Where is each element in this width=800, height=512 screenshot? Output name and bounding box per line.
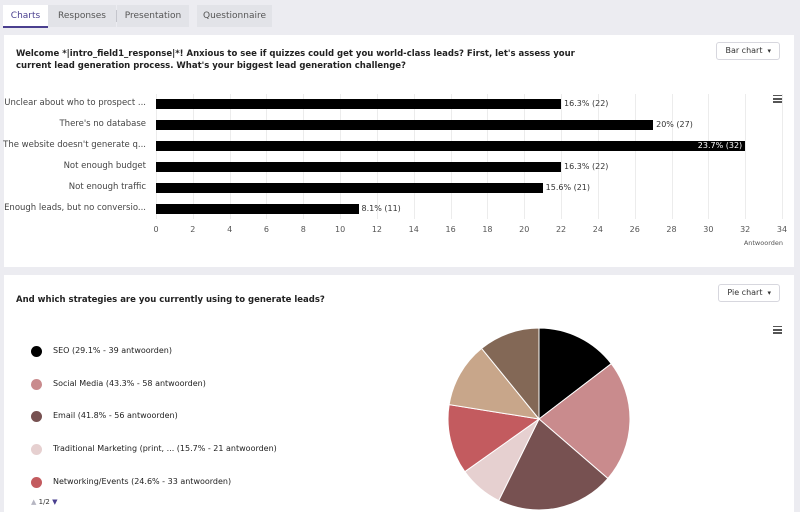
gridline <box>450 94 452 219</box>
pager-text: 1/2 <box>38 498 50 506</box>
data-label: 8.1% (11) <box>361 203 401 213</box>
gridline <box>266 94 268 219</box>
x-axis-title: Antwoorden <box>743 239 783 247</box>
legend-dot <box>31 379 42 390</box>
bar[interactable] <box>156 204 359 214</box>
gridline <box>487 94 489 219</box>
x-tick-label: 14 <box>408 225 419 234</box>
tab-charts[interactable]: Charts <box>3 5 48 28</box>
x-tick-label: 12 <box>371 225 383 234</box>
question-title: And which strategies are you currently u… <box>16 295 325 305</box>
gridline <box>376 94 378 219</box>
x-tick-label: 24 <box>592 225 603 234</box>
category-label: Not enough budget <box>63 161 146 171</box>
gridline <box>156 94 157 219</box>
tab-presentation[interactable]: Presentation <box>117 5 189 27</box>
tab-questionnaire[interactable]: Questionnaire <box>197 5 272 27</box>
chevron-down-icon: ▾ <box>767 289 771 297</box>
x-tick-label: 22 <box>555 225 567 234</box>
category-label: Enough leads, but no conversio... <box>4 203 146 213</box>
x-tick-label: 34 <box>776 225 788 234</box>
x-tick-label: 0 <box>153 225 159 234</box>
dropdown-label: Pie chart <box>727 288 763 297</box>
x-tick-label: 18 <box>482 225 493 234</box>
hamburger-menu-icon[interactable] <box>773 95 782 105</box>
legend-label: Networking/Events (24.6% - 33 antwoorden… <box>53 477 232 486</box>
bar[interactable] <box>156 99 562 109</box>
data-label: 20% (27) <box>656 119 693 129</box>
data-label: 23.7% (32) <box>697 140 743 150</box>
bar[interactable] <box>156 183 543 193</box>
x-tick-label: 30 <box>703 225 714 234</box>
gridline <box>340 94 342 219</box>
pie-chart <box>447 328 631 510</box>
legend-dot <box>31 411 42 422</box>
legend-label: Email (41.8% - 56 antwoorden) <box>53 411 178 420</box>
gridline <box>671 94 673 219</box>
legend-dot <box>31 477 42 488</box>
bar[interactable] <box>156 120 654 130</box>
category-label: There's no database <box>59 119 146 129</box>
data-label: 16.3% (22) <box>564 98 609 108</box>
bar[interactable] <box>156 162 562 172</box>
x-tick-label: 16 <box>445 225 456 234</box>
legend-label: Traditional Marketing (print, ... (15.7%… <box>53 444 277 453</box>
x-tick-label: 8 <box>300 225 306 234</box>
category-label: Not enough traffic <box>68 182 146 192</box>
x-tick-label: 4 <box>227 225 233 234</box>
hamburger-menu-icon[interactable] <box>773 326 782 336</box>
x-tick-label: 10 <box>335 225 346 234</box>
gridline <box>782 94 783 219</box>
dropdown-label: Bar chart <box>725 46 763 55</box>
legend-dot <box>31 444 42 455</box>
legend-pager: ▲ 1/2 ▼ <box>31 498 58 506</box>
data-label: 15.6% (21) <box>545 182 591 192</box>
gridline <box>192 94 194 219</box>
x-tick-label: 20 <box>519 225 530 234</box>
gridline <box>708 94 710 219</box>
legend-label: Social Media (43.3% - 58 antwoorden) <box>53 379 206 388</box>
gridline <box>413 94 415 219</box>
x-tick-label: 32 <box>740 225 751 234</box>
gridline <box>597 94 599 219</box>
legend-label: SEO (29.1% - 39 antwoorden) <box>53 346 172 355</box>
data-label: 16.3% (22) <box>564 161 609 171</box>
x-tick-label: 6 <box>263 225 270 234</box>
pager-up-icon[interactable]: ▲ <box>31 498 36 506</box>
bar[interactable] <box>156 141 746 151</box>
question-title: Welcome *|intro_field1_response|*! Anxio… <box>16 49 575 71</box>
gridline <box>634 94 636 219</box>
gridline <box>561 94 563 219</box>
legend-dot <box>31 346 42 357</box>
category-label: Unclear about who to prospect ... <box>4 98 146 108</box>
chart-type-dropdown[interactable]: Bar chart ▾ <box>716 42 780 60</box>
bar-chart-card: Welcome *|intro_field1_response|*! Anxio… <box>3 35 794 267</box>
pie-chart-card: And which strategies are you currently u… <box>4 275 794 512</box>
gridline <box>303 94 305 219</box>
gridline <box>745 94 747 219</box>
tab-responses[interactable]: Responses <box>48 5 116 27</box>
x-tick-label: 26 <box>629 225 640 234</box>
chart-type-dropdown[interactable]: Pie chart ▾ <box>718 284 780 302</box>
tab-bar: Charts Responses Presentation Questionna… <box>0 0 800 32</box>
gridline <box>524 94 526 219</box>
gridline <box>229 94 231 219</box>
pager-down-icon[interactable]: ▼ <box>52 498 57 506</box>
category-label: The website doesn't generate q... <box>3 140 146 150</box>
x-tick-label: 2 <box>190 225 196 234</box>
x-tick-label: 28 <box>666 225 677 234</box>
chevron-down-icon: ▾ <box>767 47 771 55</box>
